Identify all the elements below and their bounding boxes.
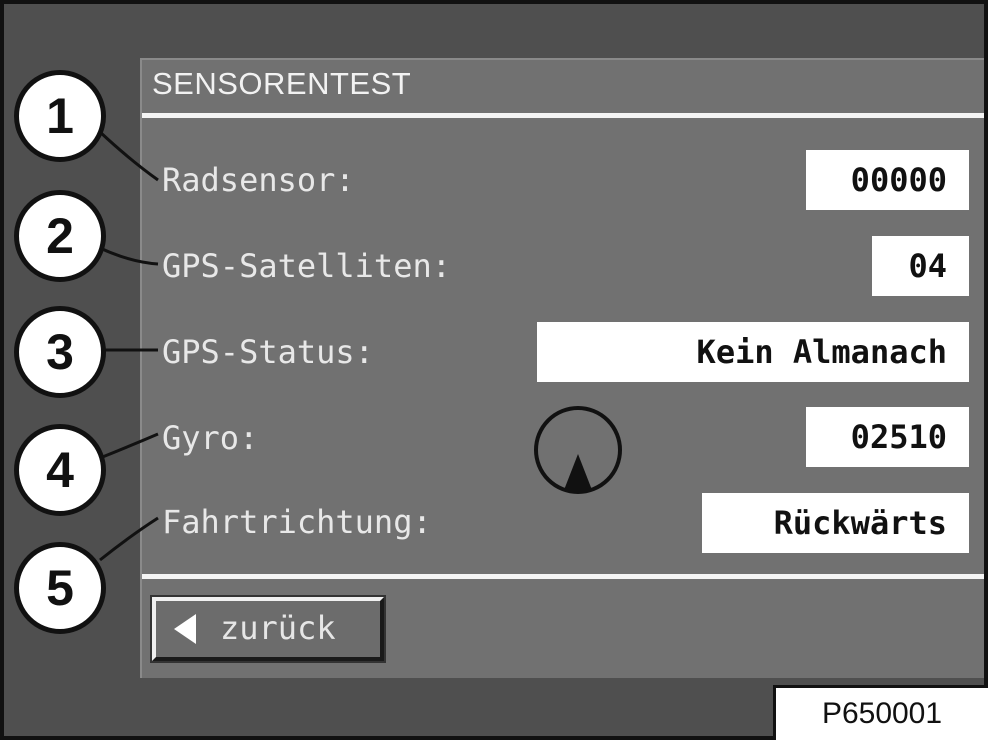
driving-direction-value: Rückwärts (702, 493, 969, 553)
figure-id-label: P650001 (773, 685, 988, 740)
callout-5: 5 (14, 542, 106, 634)
gps-status-value: Kein Almanach (537, 322, 969, 382)
arrow-left-icon (174, 614, 196, 644)
screen-title: SENSORENTEST (152, 66, 412, 101)
callout-4: 4 (14, 424, 106, 516)
gps-status-label: GPS-Status: (162, 333, 374, 371)
back-button[interactable]: zurück (150, 595, 386, 663)
callout-1: 1 (14, 70, 106, 162)
back-button-label: zurück (220, 609, 336, 647)
callout-2: 2 (14, 190, 106, 282)
gps-satellites-label: GPS-Satelliten: (162, 247, 451, 285)
gyro-label: Gyro: (162, 419, 259, 457)
gps-satellites-value: 04 (872, 236, 969, 296)
radsensor-value: 00000 (806, 150, 969, 210)
direction-indicator-icon (534, 406, 622, 494)
radsensor-label: Radsensor: (162, 161, 355, 199)
footer-divider (142, 574, 984, 579)
title-divider (142, 113, 984, 118)
callout-3: 3 (14, 306, 106, 398)
gyro-value: 02510 (806, 407, 969, 467)
driving-direction-label: Fahrtrichtung: (162, 503, 432, 541)
